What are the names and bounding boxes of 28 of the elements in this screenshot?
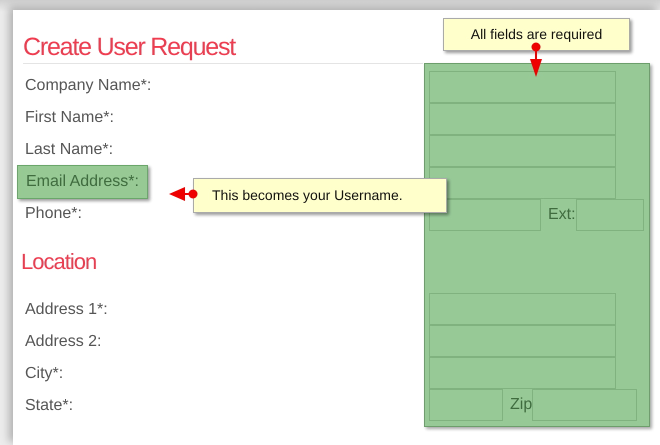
field-label: Address 2:: [24, 332, 102, 352]
input-field[interactable]: [429, 167, 616, 199]
input-field[interactable]: [429, 135, 616, 167]
field-label: Address 1*:: [24, 300, 109, 320]
input-field[interactable]: [429, 199, 541, 231]
callout-note: All fields are required: [443, 18, 630, 51]
field-label: First Name*:: [24, 108, 115, 128]
input-field[interactable]: [429, 103, 616, 135]
field-label: City*:: [24, 364, 64, 384]
field-label: State*:: [24, 396, 74, 416]
input-field[interactable]: [429, 71, 616, 103]
callout-arrow: [169, 186, 198, 202]
field-label: Last Name*:: [24, 140, 114, 160]
field-label: Zip: [509, 395, 532, 415]
input-field[interactable]: [429, 389, 503, 421]
callout-arrow: [529, 42, 543, 77]
input-field[interactable]: [532, 389, 638, 421]
input-field[interactable]: [429, 325, 616, 357]
section-heading: Location: [20, 248, 98, 276]
page-title: Create User Request: [23, 32, 236, 62]
input-field[interactable]: [576, 199, 644, 231]
input-field[interactable]: [429, 357, 616, 389]
field-label: Email Address*:: [17, 165, 148, 199]
input-field[interactable]: [429, 293, 616, 325]
callout-note: This becomes your Username.: [193, 178, 447, 213]
field-label: Company Name*:: [24, 76, 152, 96]
field-label: Ext:: [547, 205, 576, 225]
field-label: Phone*:: [24, 204, 83, 224]
